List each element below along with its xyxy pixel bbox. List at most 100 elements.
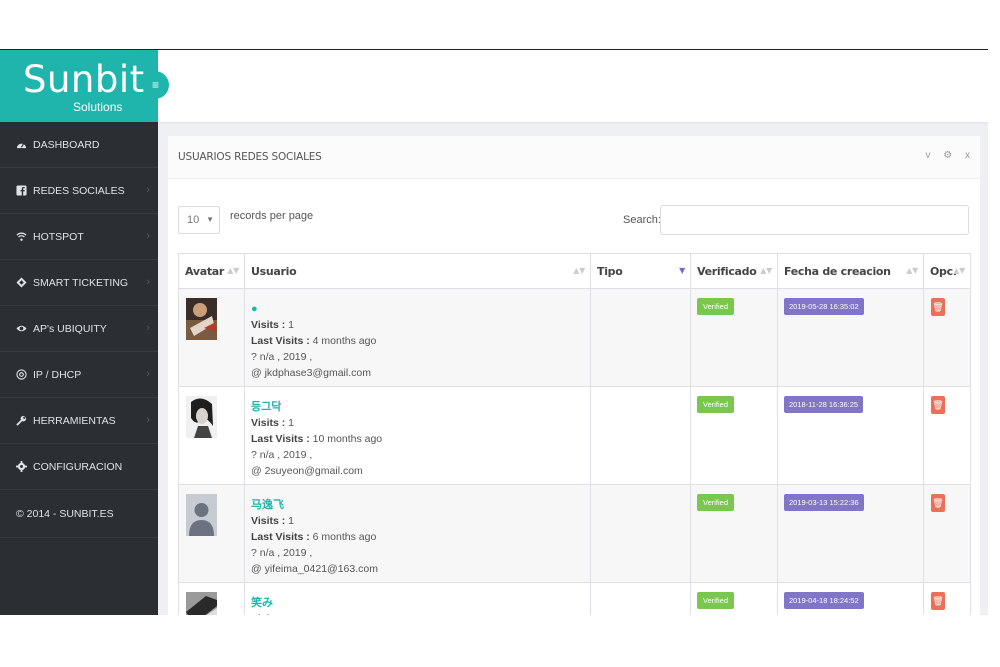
visits-count: 1 [288, 515, 295, 527]
gear-icon [16, 461, 27, 472]
menu-icon: ≡ [152, 78, 160, 92]
table-row: 등그닥 Visits : 1 Last Visits : 10 months ago… [178, 386, 971, 485]
table-header-row: Avatar ▲▼ Usuario ▲▼ Tipo ▼ Verificado ▲▼ Fe… [178, 253, 971, 289]
delete-button[interactable]: 🗑 [931, 494, 945, 512]
fecha-cell: 2019-04-18 18:24:52 [777, 582, 924, 615]
delete-button[interactable]: 🗑 [931, 592, 945, 610]
brand-logo[interactable]: Sunbit Solutions [0, 50, 158, 122]
dashboard-icon [16, 139, 27, 150]
page-size-select[interactable]: 10 ▼ [178, 206, 220, 234]
search-input[interactable] [660, 205, 969, 235]
usuario-cell: 등그닥 Visits : 1 Last Visits : 10 months ago… [244, 386, 591, 485]
sidebar-item-label: HERRAMIENTAS [33, 414, 116, 427]
column-header-fecha[interactable]: Fecha de creacion ▲▼ [777, 253, 924, 289]
tipo-cell [590, 386, 691, 485]
opc-cell: 🗑 [923, 288, 971, 387]
close-icon[interactable]: x [965, 150, 970, 161]
user-meta: ? n/a , 2019 , [251, 449, 313, 461]
last-visits-value: 4 months ago [312, 335, 377, 347]
sidebar: Sunbit Solutions DASHBOARD REDES SOCIALES… [0, 50, 158, 615]
sidebar-item-ap-s-ubiquity[interactable]: AP's UBIQUITY › [0, 306, 158, 352]
column-header-usuario[interactable]: Usuario ▲▼ [244, 253, 591, 289]
verified-badge: Verified [697, 494, 735, 511]
avatar [186, 396, 217, 438]
table-row: ● Visits : 1 Last Visits : 4 months ago ? n… [178, 288, 971, 387]
app-frame: Sunbit Solutions DASHBOARD REDES SOCIALES… [0, 49, 988, 615]
date-badge: 2019-03-13 15:22:36 [784, 494, 864, 511]
brand-name: Sunbit [23, 58, 145, 101]
chevron-right-icon: › [146, 322, 150, 334]
visits-label: Visits : [251, 613, 285, 615]
sidebar-item-herramientas[interactable]: HERRAMIENTAS › [0, 398, 158, 444]
gear-icon[interactable]: ⚙ [943, 150, 952, 161]
date-badge: 2019-05-28 16:35:02 [784, 298, 864, 315]
last-visits-label: Last Visits : [251, 433, 310, 445]
users-panel: USUARIOS REDES SOCIALES v ⚙ x 10 ▼ recor… [168, 136, 980, 615]
usuario-cell: 马逸飞 Visits : 1 Last Visits : 6 months ago?… [244, 484, 591, 583]
table-body: ● Visits : 1 Last Visits : 4 months ago ? n… [178, 288, 971, 615]
sidebar-item-ip-dhcp[interactable]: IP / DHCP › [0, 352, 158, 398]
last-visits-value: 10 months ago [312, 433, 383, 445]
user-name[interactable]: 马逸飞 [251, 497, 584, 513]
search-label: Search: [623, 214, 661, 226]
brand-subtitle: Solutions [73, 100, 123, 114]
chevron-down-icon: ▼ [206, 215, 214, 224]
user-name[interactable]: ● [251, 301, 584, 317]
avatar-cell [178, 288, 245, 387]
panel-title: USUARIOS REDES SOCIALES [178, 151, 322, 163]
verificado-cell: Verified [690, 288, 778, 387]
visits-count: 1 [288, 613, 294, 615]
verified-badge: Verified [697, 396, 735, 413]
table-row: 马逸飞 Visits : 1 Last Visits : 6 months ago?… [178, 484, 971, 583]
panel-header: USUARIOS REDES SOCIALES v ⚙ x [168, 136, 980, 179]
column-header-verificado[interactable]: Verificado ▲▼ [690, 253, 778, 289]
column-header-avatar[interactable]: Avatar ▲▼ [178, 253, 245, 289]
collapse-icon[interactable]: v [925, 150, 930, 161]
user-info: 등그닥 Visits : 1 Last Visits : 10 months ago… [245, 387, 590, 479]
tipo-cell [590, 484, 691, 583]
wifi-icon [16, 231, 27, 242]
user-name[interactable]: 등그닥 [251, 399, 584, 415]
column-header-opc[interactable]: Opc. ▲▼ [923, 253, 971, 289]
user-name[interactable]: 笑み [251, 595, 584, 611]
user-info: 笑み Visits : 1 [245, 583, 590, 615]
user-email: @ yifeima_0421@163.com [251, 563, 378, 575]
verificado-cell: Verified [690, 386, 778, 485]
eye-icon [16, 323, 27, 334]
chevron-right-icon: › [146, 184, 150, 196]
sort-desc-icon: ▼ [679, 266, 685, 275]
usuario-cell: ● Visits : 1 Last Visits : 4 months ago ? n… [244, 288, 591, 387]
fecha-cell: 2018-11-28 16:36:25 [777, 386, 924, 485]
trash-icon: 🗑 [932, 498, 944, 508]
ticket-icon [16, 277, 27, 288]
sort-icon: ▲▼ [953, 266, 965, 275]
sidebar-item-configuracion[interactable]: CONFIGURACION [0, 444, 158, 490]
visits-label: Visits : [251, 417, 286, 429]
avatar [186, 298, 217, 340]
sort-icon: ▲▼ [573, 266, 585, 275]
column-header-tipo[interactable]: Tipo ▼ [590, 253, 691, 289]
delete-button[interactable]: 🗑 [931, 298, 945, 316]
sidebar-item-label: CONFIGURACION [33, 460, 123, 473]
avatar-cell [178, 582, 245, 615]
last-visits-value: 6 months ago [312, 531, 377, 543]
verificado-cell: Verified [690, 582, 778, 615]
chevron-right-icon: › [146, 276, 150, 288]
sidebar-item-label: DASHBOARD [33, 138, 100, 151]
visits-label: Visits : [251, 515, 286, 527]
last-visits-label: Last Visits : [251, 531, 310, 543]
sidebar-item-smart-ticketing[interactable]: SMART TICKETING › [0, 260, 158, 306]
chevron-right-icon: › [146, 368, 150, 380]
delete-button[interactable]: 🗑 [931, 396, 945, 414]
visits-count: 1 [288, 319, 295, 331]
table-row: 笑み Visits : 1 Verified 2019-04-18 18:24:52 🗑 [178, 582, 971, 615]
sidebar-item-redes-sociales[interactable]: REDES SOCIALES › [0, 168, 158, 214]
panel-tools: v ⚙ x [915, 150, 970, 161]
chevron-right-icon: › [146, 414, 150, 426]
copyright-text: © 2014 - SUNBIT.ES [0, 490, 158, 538]
wrench-icon [16, 415, 27, 426]
sidebar-item-hotspot[interactable]: HOTSPOT › [0, 214, 158, 260]
sidebar-item-dashboard[interactable]: DASHBOARD [0, 122, 158, 168]
fecha-cell: 2019-05-28 16:35:02 [777, 288, 924, 387]
opc-cell: 🗑 [923, 582, 971, 615]
